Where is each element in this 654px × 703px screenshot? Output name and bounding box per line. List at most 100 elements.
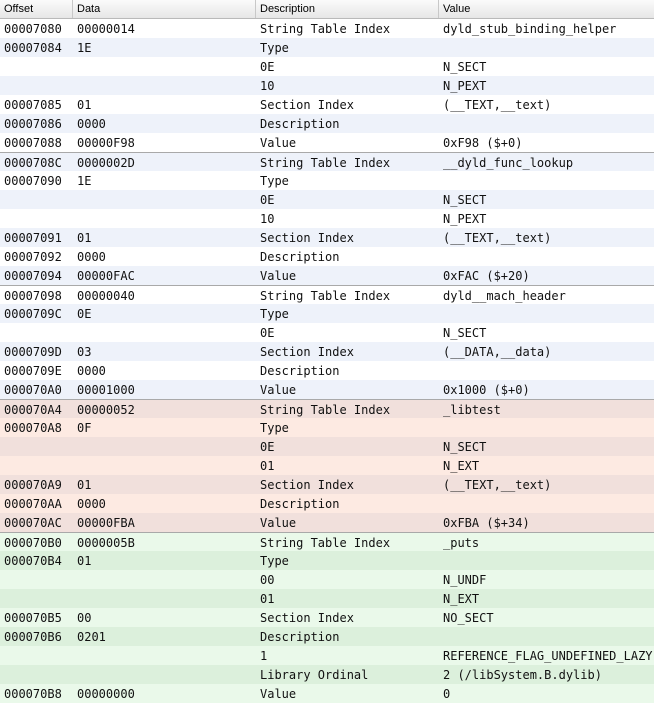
cell-value: __dyld_func_lookup (443, 156, 574, 170)
table-row[interactable]: 00 N_UNDF (0, 570, 654, 589)
table-row[interactable]: 01 N_EXT (0, 456, 654, 475)
table-row[interactable]: 00007098 00000040 String Table Index dyld__… (0, 285, 654, 304)
cell-description: 10 (260, 212, 275, 226)
cell-data: 00 (77, 611, 92, 625)
cell-offset: 00007090 (4, 174, 62, 188)
cell-data (73, 589, 256, 608)
cell-data: 00000040 (77, 289, 135, 303)
cell-offset: 000070B6 (4, 630, 62, 644)
cell-data: 0000 (77, 117, 106, 131)
table-header: Offset Data Description Value (0, 0, 654, 19)
cell-offset (0, 646, 73, 665)
cell-description: 01 (260, 592, 275, 606)
table-row[interactable]: 000070B0 0000005B String Table Index _puts (0, 532, 654, 551)
column-header-value[interactable]: Value (439, 0, 654, 18)
table-row[interactable]: 000070B6 0201 Description (0, 627, 654, 646)
cell-value: (__TEXT,__text) (443, 478, 552, 492)
cell-data: 0E (77, 307, 92, 321)
table-row[interactable]: 00007080 00000014 String Table Index dyld_s… (0, 19, 654, 38)
cell-offset (0, 190, 73, 209)
cell-offset (0, 57, 73, 76)
cell-value: 2 (/libSystem.B.dylib) (443, 668, 602, 682)
table-row[interactable]: 00007088 00000F98 Value 0xF98 ($+0) (0, 133, 654, 152)
table-row[interactable]: 000070A9 01 Section Index (__TEXT,__text) (0, 475, 654, 494)
cell-description: Description (260, 117, 340, 131)
cell-offset (0, 437, 73, 456)
cell-data: 01 (77, 478, 92, 492)
cell-data: 0000002D (77, 156, 135, 170)
table-row[interactable]: 10 N_PEXT (0, 76, 654, 95)
column-header-description[interactable]: Description (256, 0, 439, 18)
cell-data: 00000052 (77, 403, 135, 417)
table-row[interactable]: 000070B5 00 Section Index NO_SECT (0, 608, 654, 627)
table-row[interactable]: 0000709D 03 Section Index (__DATA,__data) (0, 342, 654, 361)
table-row[interactable]: 0000708C 0000002D String Table Index __dyld… (0, 152, 654, 171)
cell-value: REFERENCE_FLAG_UNDEFINED_LAZY (443, 649, 653, 663)
cell-offset: 000070A9 (4, 478, 62, 492)
cell-data: 0F (77, 421, 92, 435)
cell-description: String Table Index (260, 403, 391, 417)
table-row[interactable]: 000070B8 00000000 Value 0 (0, 684, 654, 703)
cell-offset (0, 589, 73, 608)
cell-value (439, 304, 654, 323)
table-row[interactable]: 0E N_SECT (0, 190, 654, 209)
column-header-data[interactable]: Data (73, 0, 256, 18)
table-row[interactable]: 00007086 0000 Description (0, 114, 654, 133)
table-row[interactable]: 0E N_SECT (0, 57, 654, 76)
cell-data: 0000 (77, 250, 106, 264)
table-row[interactable]: 000070AC 00000FBA Value 0xFBA ($+34) (0, 513, 654, 532)
cell-description: 1 (260, 649, 268, 663)
cell-data: 01 (77, 554, 92, 568)
table-row[interactable]: 10 N_PEXT (0, 209, 654, 228)
cell-description: String Table Index (260, 156, 391, 170)
cell-description: 10 (260, 79, 275, 93)
cell-data: 1E (77, 41, 92, 55)
cell-offset: 000070B4 (4, 554, 62, 568)
cell-value: N_SECT (443, 193, 487, 207)
table-row[interactable]: 01 N_EXT (0, 589, 654, 608)
cell-value (439, 551, 654, 570)
cell-data (73, 323, 256, 342)
table-row[interactable]: 00007092 0000 Description (0, 247, 654, 266)
cell-description: Value (260, 687, 297, 701)
table-row[interactable]: Library Ordinal 2 (/libSystem.B.dylib) (0, 665, 654, 684)
table-row[interactable]: 00007094 00000FAC Value 0xFAC ($+20) (0, 266, 654, 285)
cell-offset: 000070A8 (4, 421, 62, 435)
table-row[interactable]: 0E N_SECT (0, 437, 654, 456)
cell-value: _puts (443, 536, 480, 550)
table-row[interactable]: 0E N_SECT (0, 323, 654, 342)
cell-description: Type (260, 421, 289, 435)
table-row[interactable]: 000070A0 00001000 Value 0x1000 ($+0) (0, 380, 654, 399)
cell-offset: 00007088 (4, 136, 62, 150)
cell-offset: 000070AA (4, 497, 62, 511)
table-row[interactable]: 000070A4 00000052 String Table Index _libte… (0, 399, 654, 418)
cell-data (73, 665, 256, 684)
cell-value (439, 171, 654, 190)
table-row[interactable]: 1 REFERENCE_FLAG_UNDEFINED_LAZY (0, 646, 654, 665)
table-row[interactable]: 00007091 01 Section Index (__TEXT,__text) (0, 228, 654, 247)
cell-data: 01 (77, 231, 92, 245)
cell-value: (__TEXT,__text) (443, 231, 552, 245)
cell-value: dyld_stub_binding_helper (443, 22, 617, 36)
table-row[interactable]: 00007084 1E Type (0, 38, 654, 57)
cell-value (439, 494, 654, 513)
table-row[interactable]: 00007090 1E Type (0, 171, 654, 190)
table-row[interactable]: 0000709C 0E Type (0, 304, 654, 323)
table-row[interactable]: 000070AA 0000 Description (0, 494, 654, 513)
table-row[interactable]: 000070A8 0F Type (0, 418, 654, 437)
table-row[interactable]: 0000709E 0000 Description (0, 361, 654, 380)
table-row[interactable]: 00007085 01 Section Index (__TEXT,__text) (0, 95, 654, 114)
cell-offset (0, 570, 73, 589)
cell-data (73, 190, 256, 209)
cell-value: NO_SECT (443, 611, 494, 625)
cell-value (439, 418, 654, 437)
cell-offset: 000070AC (4, 516, 62, 530)
cell-description: 0E (260, 326, 275, 340)
cell-data (73, 57, 256, 76)
cell-description: Value (260, 383, 297, 397)
table-row[interactable]: 000070B4 01 Type (0, 551, 654, 570)
cell-value: dyld__mach_header (443, 289, 566, 303)
cell-offset: 0000709C (4, 307, 62, 321)
column-header-offset[interactable]: Offset (0, 0, 73, 18)
table-body: 00007080 00000014 String Table Index dyld_s… (0, 19, 654, 703)
